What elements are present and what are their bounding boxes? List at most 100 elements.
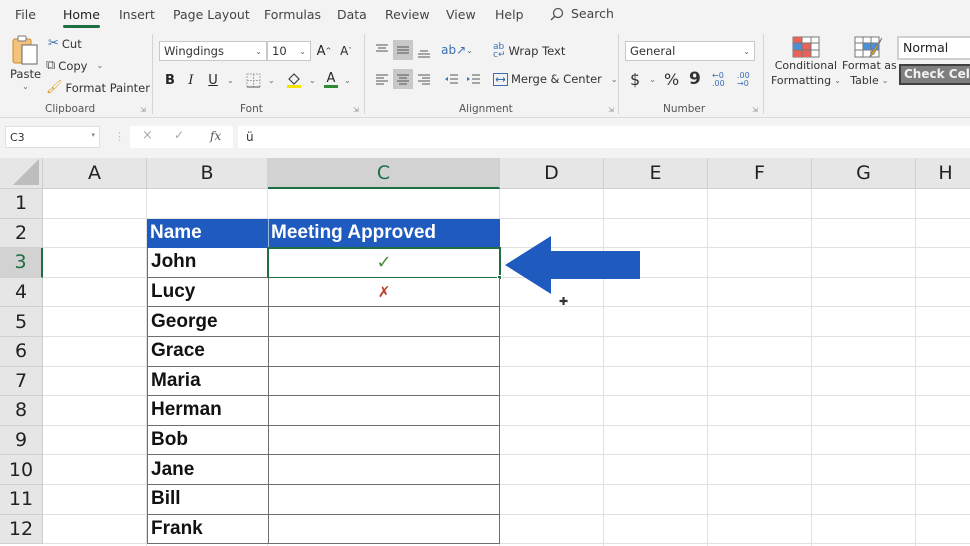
decrease-decimal-button[interactable]: .00 →0 [737,72,750,88]
row-header-2[interactable]: 2 [0,218,43,249]
comma-style-button[interactable]: 9 [689,69,701,89]
insert-function-icon[interactable]: fx [210,129,221,143]
format-painter-button[interactable]: 🖌 Format Painter [46,80,150,95]
dialog-launcher-icon[interactable]: ⇲ [353,106,359,114]
column-header-g[interactable]: G [812,158,916,189]
row-header-5[interactable]: 5 [0,307,43,337]
dialog-launcher-icon[interactable]: ⇲ [752,106,758,114]
tab-data[interactable]: Data [337,7,367,22]
number-format-select[interactable]: General ⌄ [625,41,755,61]
column-header-c[interactable]: C [268,158,500,189]
tab-formulas[interactable]: Formulas [264,7,321,22]
conditional-formatting-button[interactable]: Conditional Formatting ⌄ [771,36,841,88]
chevron-down-icon[interactable]: ⌄ [309,76,316,85]
approval-cell[interactable] [268,485,500,515]
name-cell[interactable]: Bill [147,485,268,515]
name-cell[interactable]: Frank [147,514,268,545]
row-header-7[interactable]: 7 [0,366,43,397]
paste-button[interactable]: Paste ⌄ [10,34,41,91]
name-cell[interactable]: Lucy [147,277,268,308]
tab-help[interactable]: Help [495,7,524,22]
tab-insert[interactable]: Insert [119,7,155,22]
enter-icon[interactable]: ✓ [174,128,184,142]
chevron-down-icon[interactable]: ⌄ [227,76,234,85]
wrap-text-button[interactable]: ab c↵ Wrap Text [493,43,565,60]
table-header-meeting-approved[interactable]: Meeting Approved [268,218,500,249]
font-size-select[interactable]: 10 ⌄ [267,41,311,61]
name-cell[interactable]: Jane [147,455,268,485]
row-header-8[interactable]: 8 [0,396,43,426]
orientation-button[interactable]: ab↗ ⌄ [441,40,473,60]
top-align-button[interactable] [372,40,392,60]
style-check-cell[interactable]: Check Cell [899,64,970,85]
tab-review[interactable]: Review [385,7,430,22]
merge-center-button[interactable]: Merge & Center ⌄ [493,72,618,86]
column-header-h[interactable]: H [916,158,970,189]
search-box[interactable]: Search [550,6,614,21]
increase-indent-button[interactable] [463,69,483,89]
bottom-align-button[interactable] [414,42,434,62]
tab-file[interactable]: File [15,7,36,22]
dialog-launcher-icon[interactable]: ⇲ [608,106,614,114]
approval-cell[interactable] [268,455,500,485]
font-color-button[interactable]: A [321,70,341,90]
approval-cell[interactable] [268,307,500,337]
approval-cell[interactable] [268,337,500,367]
select-all-button[interactable] [0,158,43,189]
row-header-4[interactable]: 4 [0,277,43,308]
name-cell[interactable]: Maria [147,366,268,397]
name-box[interactable]: C3 ▾ [5,126,100,148]
chevron-down-icon[interactable]: ⌄ [344,76,351,85]
approval-cell[interactable] [268,514,500,545]
borders-button[interactable] [243,70,263,90]
copy-button[interactable]: ⧉ Copy ⌄ [46,58,103,73]
middle-align-button[interactable] [393,40,413,60]
name-cell[interactable]: Bob [147,425,268,456]
cut-button[interactable]: ✂ Cut [48,36,82,51]
italic-button[interactable]: I [181,70,201,90]
currency-button[interactable]: $ ⌄ [630,70,656,89]
increase-decimal-button[interactable]: ←0.00 [712,72,725,88]
tab-page-layout[interactable]: Page Layout [173,7,250,22]
bold-button[interactable]: B [160,70,180,90]
grow-font-button[interactable]: A ^ [314,41,334,61]
shrink-font-button[interactable]: Aˇ [336,41,356,61]
approval-cell[interactable] [268,396,500,426]
column-header-e[interactable]: E [604,158,708,189]
table-header-name[interactable]: Name [147,218,268,249]
align-right-button[interactable] [414,69,434,89]
row-header-3[interactable]: 3 [0,248,43,278]
cancel-icon[interactable]: × [142,128,153,143]
name-cell[interactable]: Herman [147,396,268,426]
row-header-11[interactable]: 11 [0,485,43,515]
row-header-12[interactable]: 12 [0,514,43,545]
approval-cell[interactable] [268,425,500,456]
name-cell[interactable]: John [147,248,268,278]
percent-button[interactable]: % [664,70,679,89]
row-header-9[interactable]: 9 [0,425,43,456]
formula-input[interactable]: ü [238,126,970,148]
format-as-table-button[interactable]: Format as Table ⌄ [842,36,897,88]
row-header-6[interactable]: 6 [0,337,43,367]
chevron-down-icon[interactable]: ⌄ [268,76,275,85]
name-cell[interactable]: Grace [147,337,268,367]
decrease-indent-button[interactable] [441,69,461,89]
resize-handle[interactable]: ⋮ [114,130,125,143]
row-header-10[interactable]: 10 [0,455,43,485]
approval-cell[interactable] [268,366,500,397]
column-header-a[interactable]: A [43,158,147,189]
tab-view[interactable]: View [446,7,476,22]
name-cell[interactable]: George [147,307,268,337]
fill-color-button[interactable] [284,70,304,90]
column-header-f[interactable]: F [708,158,812,189]
align-left-button[interactable] [372,69,392,89]
column-header-b[interactable]: B [147,158,268,189]
style-normal[interactable]: Normal [897,36,970,60]
dialog-launcher-icon[interactable]: ⇲ [140,106,146,114]
column-header-d[interactable]: D [500,158,604,189]
cross-mark-cell[interactable]: ✗ [268,277,500,308]
align-center-button[interactable] [393,69,413,89]
row-header-1[interactable]: 1 [0,189,43,219]
check-mark-cell[interactable]: ✓ [267,247,501,279]
font-name-select[interactable]: Wingdings ⌄ [159,41,267,61]
